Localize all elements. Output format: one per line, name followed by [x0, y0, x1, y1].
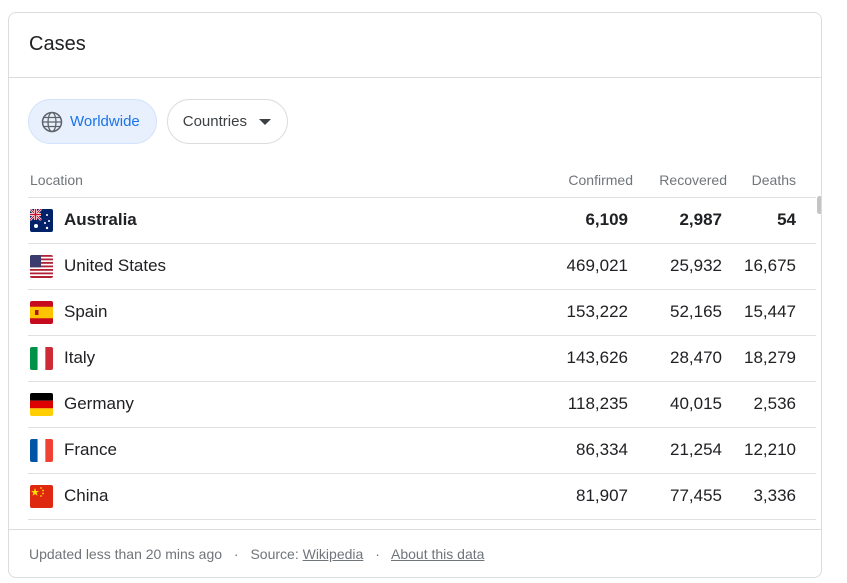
countries-dropdown[interactable]: Countries — [166, 99, 288, 144]
table-row[interactable]: United States 469,021 25,932 16,675 — [28, 244, 816, 290]
confirmed-value: 469,021 — [566, 256, 628, 275]
table-row[interactable]: Australia 6,109 2,987 54 — [28, 198, 816, 244]
australia-flag-icon — [30, 209, 53, 232]
confirmed-value: 6,109 — [585, 210, 628, 229]
deaths-value: 16,675 — [744, 256, 796, 275]
cases-table: Location Confirmed Recovered Deaths Aust… — [28, 168, 816, 520]
deaths-value: 12,210 — [744, 440, 796, 459]
country-name: China — [64, 486, 109, 505]
header-deaths: Deaths — [751, 172, 796, 188]
china-flag-icon — [30, 485, 53, 508]
table-row[interactable]: Spain 153,222 52,165 15,447 — [28, 290, 816, 336]
table-row[interactable]: Germany 118,235 40,015 2,536 — [28, 382, 816, 428]
separator: · — [375, 546, 380, 562]
country-name: Germany — [64, 394, 134, 413]
cases-card: Cases Worldwide Countries Location Confi… — [8, 12, 822, 578]
recovered-value: 40,015 — [670, 394, 722, 413]
header-recovered: Recovered — [659, 172, 727, 188]
country-name: United States — [64, 256, 167, 275]
confirmed-value: 81,907 — [576, 486, 628, 505]
table-row[interactable]: China 81,907 77,455 3,336 — [28, 474, 816, 520]
italy-flag-icon — [30, 347, 53, 370]
country-name: France — [64, 440, 117, 459]
source-label: Source: — [250, 546, 299, 562]
confirmed-value: 86,334 — [576, 440, 628, 459]
card-footer: Updated less than 20 mins ago · Source: … — [9, 529, 821, 577]
table-row[interactable]: Italy 143,626 28,470 18,279 — [28, 336, 816, 382]
france-flag-icon — [30, 439, 53, 462]
deaths-value: 54 — [777, 210, 796, 229]
us-flag-icon — [30, 255, 53, 278]
recovered-value: 2,987 — [679, 210, 722, 229]
deaths-value: 15,447 — [744, 302, 796, 321]
germany-flag-icon — [30, 393, 53, 416]
card-header: Cases — [9, 13, 821, 78]
country-name: Spain — [64, 302, 108, 321]
confirmed-value: 143,626 — [566, 348, 628, 367]
separator: · — [233, 546, 239, 562]
updated-text: Updated less than 20 mins ago — [29, 546, 223, 562]
globe-icon — [41, 111, 63, 133]
confirmed-value: 118,235 — [567, 394, 628, 413]
deaths-value: 18,279 — [744, 348, 796, 367]
header-confirmed: Confirmed — [568, 172, 633, 188]
deaths-value: 3,336 — [753, 486, 796, 505]
recovered-value: 77,455 — [670, 486, 722, 505]
caret-down-icon — [258, 118, 271, 125]
confirmed-value: 153,222 — [566, 302, 628, 321]
recovered-value: 28,470 — [670, 348, 722, 367]
table-body: Australia 6,109 2,987 54 United States 4… — [28, 198, 816, 520]
countries-label: Countries — [182, 113, 247, 130]
table-header: Location Confirmed Recovered Deaths — [28, 168, 816, 198]
country-name: Italy — [64, 348, 96, 367]
spain-flag-icon — [30, 301, 53, 324]
table-row[interactable]: France 86,334 21,254 12,210 — [28, 428, 816, 474]
country-name: Australia — [64, 210, 137, 229]
deaths-value: 2,536 — [753, 394, 796, 413]
table-scrollbar[interactable] — [817, 196, 821, 214]
filter-chips: Worldwide Countries — [28, 99, 288, 144]
card-title: Cases — [29, 33, 86, 55]
recovered-value: 52,165 — [670, 302, 722, 321]
recovered-value: 21,254 — [670, 440, 722, 459]
wikipedia-link[interactable]: Wikipedia — [303, 546, 364, 562]
worldwide-chip[interactable]: Worldwide — [28, 99, 157, 144]
about-data-link[interactable]: About this data — [391, 546, 484, 562]
worldwide-label: Worldwide — [70, 113, 140, 130]
header-location: Location — [30, 172, 83, 188]
recovered-value: 25,932 — [670, 256, 722, 275]
